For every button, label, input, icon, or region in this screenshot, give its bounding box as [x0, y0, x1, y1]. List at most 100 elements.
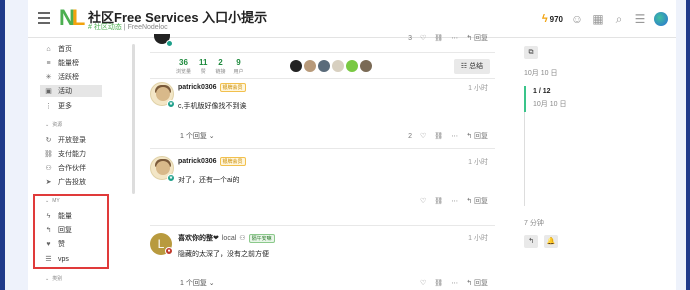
post-time[interactable]: 1 小时 [468, 157, 488, 167]
avatar[interactable] [346, 60, 358, 72]
user-flair: 隔午安嘛 [248, 233, 275, 243]
avatar[interactable] [304, 60, 316, 72]
link-icon[interactable]: ⛓ [434, 132, 443, 140]
heart-icon[interactable]: ♡ [420, 279, 426, 287]
user-flair: 银牌会员 [219, 157, 246, 166]
heart-icon[interactable]: ♡ [420, 197, 426, 205]
bell-icon[interactable]: 🔔 [544, 235, 558, 248]
badge-icon: ★ [167, 174, 175, 182]
robot-icon[interactable]: ☺ [570, 12, 584, 26]
stat-views: 36 浏览量 [176, 58, 192, 75]
heart-icon[interactable]: ♡ [420, 132, 426, 140]
window-edge-left [0, 0, 28, 290]
divider [150, 52, 495, 53]
sidebar-section-categories[interactable]: ⌄ 类别 [45, 275, 62, 283]
topic-category[interactable]: # 社区动态 | FreeNodeloc [88, 22, 168, 32]
list-icon: ≡ [46, 59, 51, 67]
sidebar-item-partners[interactable]: ⚇ 合作伙伴 [44, 162, 86, 174]
sidebar-item-home[interactable]: ⌂ 首页 [44, 43, 72, 55]
calendar-icon: ▣ [45, 88, 52, 95]
link-icon[interactable]: ⛓ [434, 197, 443, 205]
replies-toggle[interactable]: 1 个回复 ⌄ [180, 131, 215, 141]
reply-icon[interactable]: ↰ [524, 235, 538, 248]
people-icon: ⚇ [45, 165, 52, 172]
badge-icon: ★ [167, 100, 175, 108]
sidebar-item-more[interactable]: ⋮ 更多 [44, 100, 72, 112]
sidebar-item-ads[interactable]: ➤ 广告投放 [44, 176, 86, 188]
previous-post-actions: 3 ♡ ⛓ ⋯ ↰ 回复 [408, 33, 488, 43]
link-icon: ⛓ [44, 151, 53, 158]
site-logo[interactable]: NL [59, 6, 85, 30]
post-actions: ♡ ⛓ ⋯ ↰ 回复 [420, 196, 488, 206]
sidebar-item-active-rank[interactable]: ✳ 活跃榜 [44, 71, 79, 83]
topic-stats: 36 浏览量 11 赞 2 链接 9 用户 [176, 58, 244, 75]
summary-button[interactable]: ☷ 总结 [454, 59, 490, 74]
divider [150, 78, 495, 79]
annotation-highlight-box [33, 194, 109, 269]
share-icon[interactable]: ⧉ [524, 46, 538, 59]
timeline-handle[interactable] [524, 86, 526, 112]
link-icon[interactable]: ⛓ [434, 279, 443, 287]
calendar-icon[interactable]: ▦ [591, 12, 605, 26]
refresh-icon: ↻ [45, 137, 52, 144]
sidebar-section-resources[interactable]: ⌄ 资源 [45, 121, 62, 129]
avatar[interactable] [332, 60, 344, 72]
post-body: c,手机版好像找不到诶 [178, 103, 247, 110]
chevron-down-icon: ⌄ [45, 275, 50, 282]
more-icon[interactable]: ⋯ [451, 279, 458, 287]
avatar[interactable] [360, 60, 372, 72]
chevron-down-icon: ⌄ [208, 280, 215, 287]
replies-toggle[interactable]: 1 个回复 ⌄ [180, 278, 215, 288]
reply-button[interactable]: ↰ 回复 [466, 33, 488, 43]
window-edge-right [676, 0, 690, 290]
search-icon[interactable]: ⌕ [612, 12, 626, 26]
post-time[interactable]: 1 小时 [468, 233, 488, 243]
more-icon: ⋮ [45, 103, 52, 110]
energy-counter[interactable]: ϟ 970 [542, 13, 563, 25]
reply-button[interactable]: ↰ 回复 [466, 196, 488, 206]
chevron-down-icon: ⌄ [45, 121, 50, 128]
avatar[interactable] [318, 60, 330, 72]
link-icon[interactable]: ⛓ [434, 34, 443, 42]
sidebar-item-payment[interactable]: ⛓ 支付能力 [44, 148, 86, 160]
timeline-start-date[interactable]: 10月 10 日 [524, 68, 557, 78]
sidebar-item-energy-rank[interactable]: ≡ 能量榜 [44, 57, 79, 69]
post-body: 对了，还有一个ai的 [178, 177, 240, 184]
sidebar-item-open-login[interactable]: ↻ 开放登录 [44, 134, 86, 146]
more-icon[interactable]: ⋯ [451, 197, 458, 205]
sidebar-scrollbar[interactable] [132, 44, 135, 194]
participant-avatars [290, 60, 372, 72]
person-icon: ⚇ [239, 235, 246, 242]
more-icon[interactable]: ⋯ [451, 132, 458, 140]
post-author[interactable]: patrick0306 银牌会员 [178, 157, 246, 166]
timeline-end-date[interactable]: 7 分钟 [524, 218, 544, 228]
divider [150, 148, 495, 149]
heart-icon[interactable]: ♡ [420, 34, 426, 42]
menu-grid-icon[interactable]: ☰ [633, 12, 647, 26]
more-icon[interactable]: ⋯ [451, 34, 458, 42]
topic-timeline: ⧉ 10月 10 日 1 / 12 10月 10 日 7 分钟 ↰ 🔔 [500, 38, 676, 290]
header-actions: ϟ 970 ☺ ▦ ⌕ ☰ [542, 8, 668, 30]
category-tag[interactable]: # 社区动态 [88, 24, 122, 31]
post-time[interactable]: 1 小时 [468, 83, 488, 93]
post-author[interactable]: 喜欢你的整❤ local ⚇ 隔午安嘛 [178, 233, 275, 243]
megaphone-icon: ➤ [45, 179, 52, 186]
post-actions: 2 ♡ ⛓ ⋯ ↰ 回复 [408, 131, 488, 141]
site-header: NL 社区Free Services 入口小提示 # 社区动态 | FreeNo… [28, 0, 676, 38]
avatar[interactable] [290, 60, 302, 72]
stat-links: 2 链接 [215, 58, 226, 75]
divider [150, 225, 495, 226]
chevron-down-icon: ⌄ [208, 133, 215, 140]
user-flair: 银牌会员 [219, 83, 246, 92]
post-author[interactable]: patrick0306 银牌会员 [178, 83, 246, 92]
stat-users: 9 用户 [233, 58, 244, 75]
previous-post-avatar[interactable] [154, 34, 173, 47]
post-actions: ♡ ⛓ ⋯ ↰ 回复 [420, 278, 488, 288]
sidebar-item-events[interactable]: ▣ 活动 [40, 85, 102, 97]
hamburger-menu-icon[interactable] [38, 12, 50, 24]
post-body: 隐藏的太深了，没有之前方便 [178, 251, 269, 258]
reply-button[interactable]: ↰ 回复 [466, 278, 488, 288]
category-name[interactable]: FreeNodeloc [128, 24, 168, 31]
reply-button[interactable]: ↰ 回复 [466, 131, 488, 141]
user-avatar[interactable] [654, 12, 668, 26]
